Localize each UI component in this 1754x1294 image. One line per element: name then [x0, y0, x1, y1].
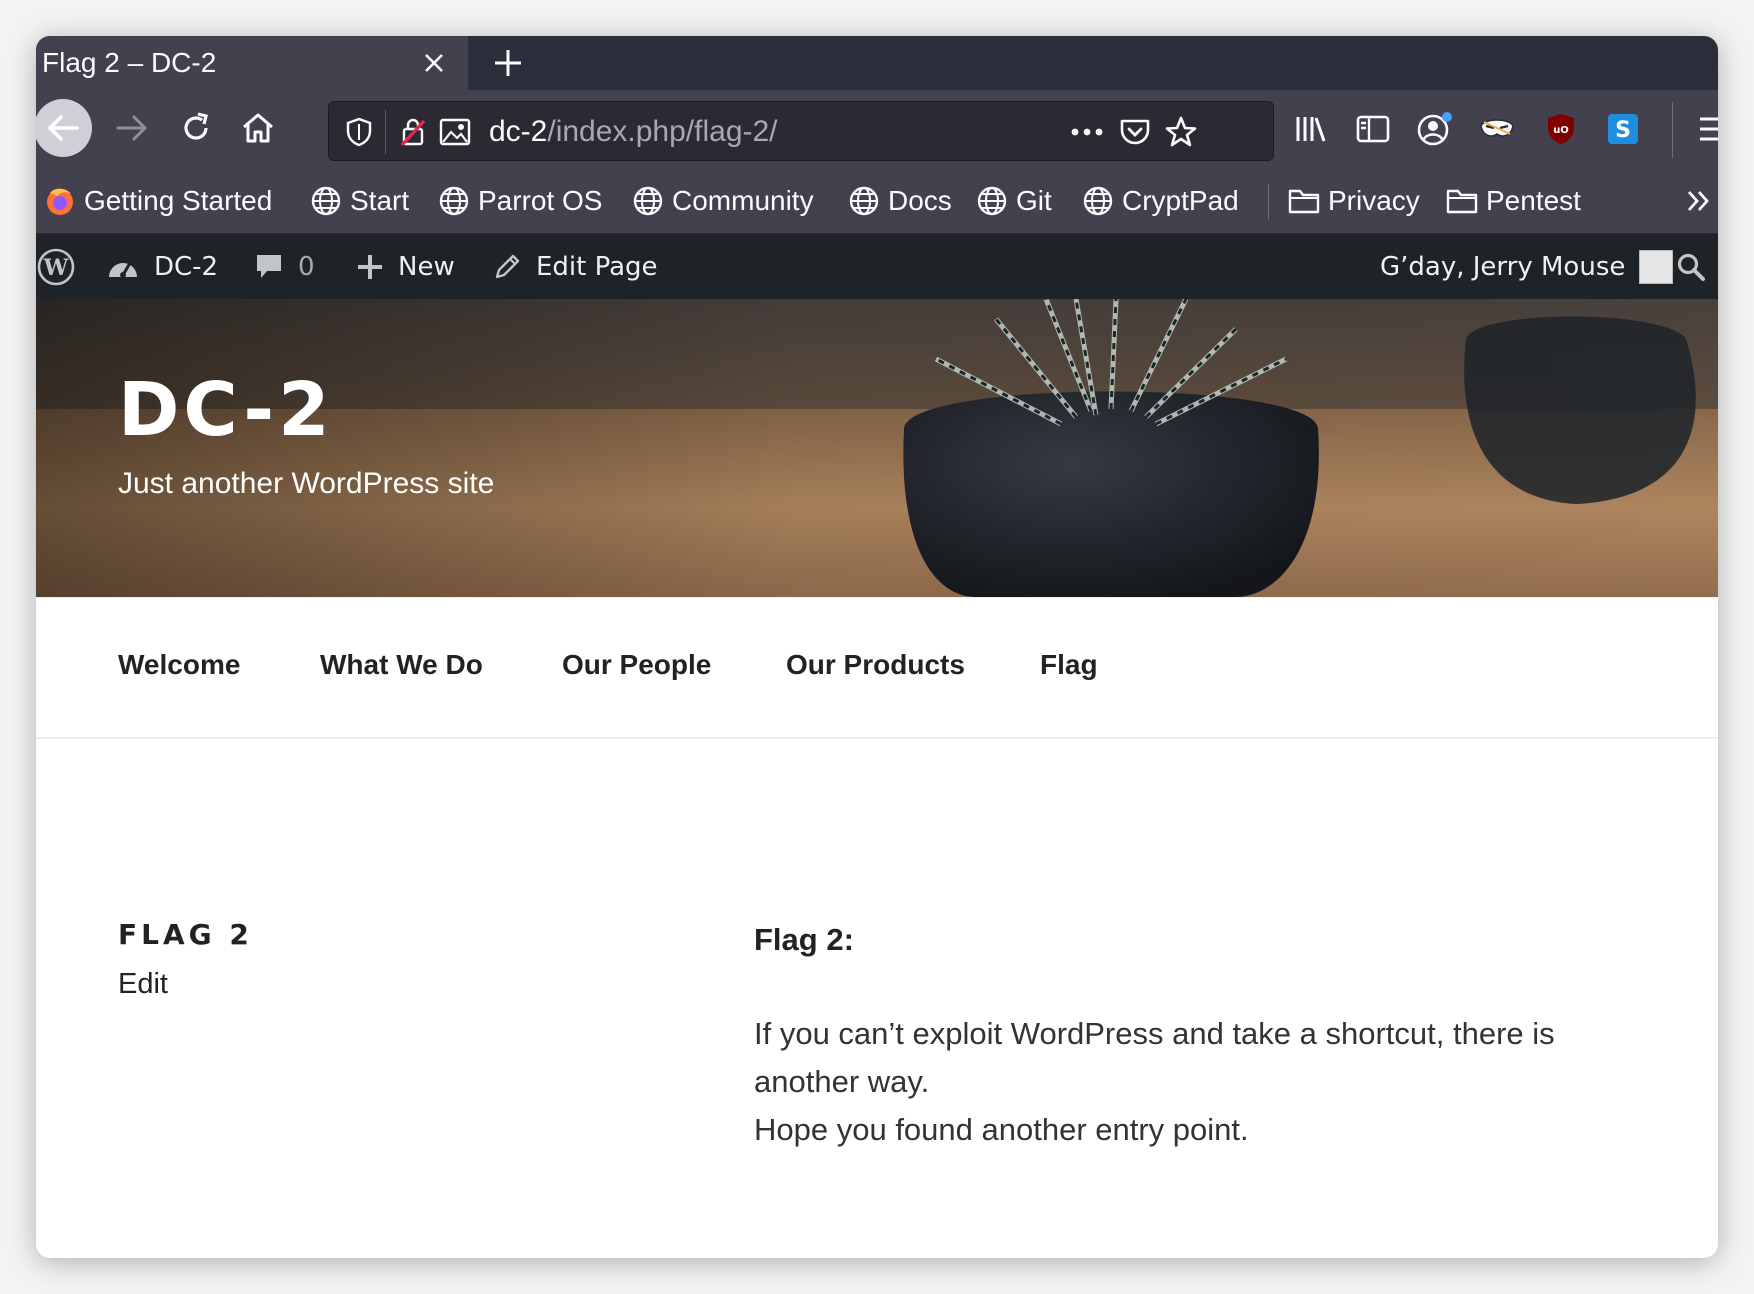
tab-title: Flag 2 – DC-2 [42, 47, 217, 78]
url-host: dc-2 [489, 115, 548, 148]
site-description: Just another WordPress site [118, 467, 495, 500]
bookmark-community[interactable]: Community [632, 178, 814, 224]
back-arrow-icon [36, 99, 92, 157]
bookmark-folder-pentest[interactable]: Pentest [1446, 178, 1581, 224]
account-icon[interactable] [1410, 104, 1460, 154]
bookmark-cryptpad[interactable]: CryptPad [1082, 178, 1239, 224]
toolbar-divider [1672, 102, 1673, 158]
admin-edit-page[interactable]: Edit Page [492, 234, 658, 299]
url-path: /index.php/flag-2/ [547, 115, 778, 148]
bookmark-label: Docs [888, 185, 952, 216]
forward-arrow-icon [116, 115, 148, 141]
primary-menu: Welcome What We Do Our People Our Produc… [36, 597, 1718, 739]
globe-icon [977, 186, 1007, 216]
url-separator [385, 110, 386, 154]
page-title: FLAG 2 [118, 918, 253, 951]
wordpress-logo-icon[interactable]: W [36, 234, 76, 299]
admin-my-account[interactable]: G’day, Jerry Mouse [1380, 234, 1674, 299]
globe-icon [633, 186, 663, 216]
bookmark-start[interactable]: Start [310, 178, 409, 224]
bookmark-label: Parrot OS [478, 185, 603, 216]
site-title[interactable]: DC-2 [118, 367, 334, 453]
bookmark-label: Start [350, 185, 410, 216]
bookmark-label: Git [1016, 185, 1052, 216]
bookmark-getting-started[interactable]: Getting Started [44, 178, 272, 224]
pencil-icon [495, 254, 520, 278]
admin-comments[interactable]: 0 [254, 234, 315, 299]
admin-search-icon[interactable] [1676, 234, 1706, 299]
bookmarks-toolbar: Getting Started Start Parrot OS Communit… [36, 168, 1718, 234]
bookmark-parrot-os[interactable]: Parrot OS [438, 178, 602, 224]
home-icon [243, 113, 273, 143]
admin-new-label: New [398, 251, 455, 282]
comment-count: 0 [298, 251, 315, 282]
content-paragraph-2: Hope you found another entry point. [754, 1112, 1249, 1147]
reload-button[interactable] [166, 98, 226, 158]
avatar [1639, 249, 1674, 284]
menu-item-our-products[interactable]: Our Products [786, 649, 965, 681]
menu-item-what-we-do[interactable]: What We Do [320, 649, 483, 681]
library-icon[interactable] [1286, 104, 1336, 154]
svg-text:uO: uO [1553, 125, 1569, 136]
reload-icon [184, 112, 208, 140]
folder-icon [1446, 189, 1478, 214]
extension-s-icon[interactable]: S [1598, 104, 1648, 154]
plus-icon [358, 254, 382, 279]
bookmark-label: Getting Started [84, 185, 273, 216]
ublock-origin-icon[interactable]: uO [1536, 104, 1586, 154]
page-actions-menu-icon[interactable] [1067, 112, 1107, 152]
bookmark-star-icon[interactable] [1161, 112, 1201, 152]
svg-text:S: S [1615, 118, 1631, 143]
sidebar-icon[interactable] [1348, 104, 1398, 154]
bookmark-label: CryptPad [1122, 185, 1239, 216]
url-bar[interactable]: dc-2/index.php/flag-2/ [328, 101, 1274, 161]
wp-admin-bar: W DC-2 0 New Edit Page G’day, Jerry Mous… [36, 234, 1718, 299]
extension-mask-icon[interactable] [1472, 104, 1522, 154]
admin-site-name-label: DC-2 [154, 251, 219, 282]
tracking-shield-icon[interactable] [339, 112, 379, 152]
pocket-icon[interactable] [1115, 112, 1155, 152]
bookmark-label: Pentest [1486, 185, 1581, 216]
page-image-icon[interactable] [435, 112, 475, 152]
back-button[interactable] [36, 98, 94, 158]
admin-greeting: G’day, Jerry Mouse [1380, 251, 1626, 282]
firefox-icon [47, 188, 73, 215]
tab-strip: Flag 2 – DC-2 [36, 36, 1718, 90]
content-heading: Flag 2: [754, 922, 854, 957]
forward-button[interactable] [102, 98, 162, 158]
url-text[interactable]: dc-2/index.php/flag-2/ [489, 115, 778, 149]
bookmark-separator [1268, 184, 1269, 220]
close-tab-icon[interactable] [410, 39, 458, 87]
globe-icon [849, 186, 879, 216]
admin-new-content[interactable]: New [356, 234, 455, 299]
folder-icon [1288, 189, 1320, 214]
insecure-lock-icon[interactable] [393, 112, 433, 152]
content-paragraph-1: If you can’t exploit WordPress and take … [754, 1016, 1555, 1099]
admin-edit-label: Edit Page [536, 251, 658, 282]
bookmarks-overflow-chevron-icon[interactable] [1686, 178, 1712, 224]
hamburger-menu-icon[interactable] [1688, 104, 1718, 154]
dashboard-icon [109, 261, 137, 278]
bookmark-git[interactable]: Git [976, 178, 1052, 224]
menu-item-flag[interactable]: Flag [1040, 649, 1098, 681]
menu-item-welcome[interactable]: Welcome [118, 649, 240, 681]
navigation-toolbar: dc-2/index.php/flag-2/ uO S [36, 90, 1718, 168]
admin-site-name[interactable]: DC-2 [106, 234, 218, 299]
bookmark-docs[interactable]: Docs [848, 178, 952, 224]
tab-active[interactable]: Flag 2 – DC-2 [36, 36, 468, 90]
home-button[interactable] [228, 98, 288, 158]
menu-item-our-people[interactable]: Our People [562, 649, 711, 681]
globe-icon [439, 186, 469, 216]
browser-window: Flag 2 – DC-2 dc-2/index.php/flag-2/ uO … [36, 36, 1718, 1258]
bookmark-folder-privacy[interactable]: Privacy [1288, 178, 1420, 224]
bookmark-label: Privacy [1328, 185, 1420, 216]
globe-icon [311, 186, 341, 216]
globe-icon [1083, 186, 1113, 216]
svg-text:W: W [43, 255, 69, 281]
new-tab-icon[interactable] [478, 36, 538, 90]
edit-link[interactable]: Edit [118, 968, 168, 1001]
comment-bubble-icon [257, 254, 281, 278]
site-header: DC-2 Just another WordPress site [36, 299, 1718, 597]
bookmark-label: Community [672, 185, 814, 216]
